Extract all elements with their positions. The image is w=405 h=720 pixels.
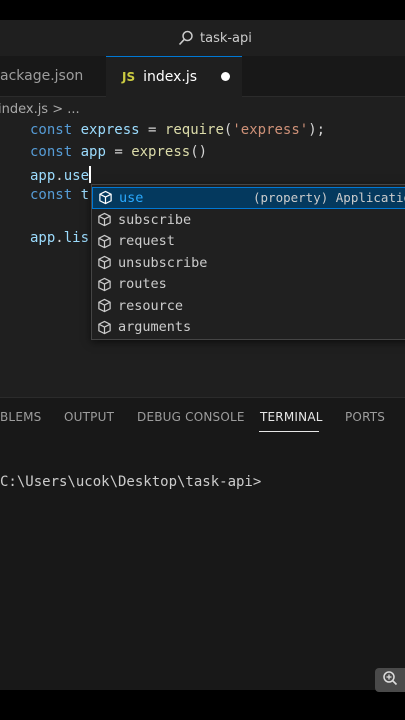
keyword: const [30,122,73,138]
identifier: t [80,187,90,203]
keyword: const [30,144,73,160]
suggestion-item[interactable]: resource [92,295,405,317]
suggestion-label: unsubscribe [118,254,208,271]
property-cube-icon [96,319,112,335]
tab-debug-console[interactable]: DEBUG CONSOLE [137,410,245,424]
text-cursor [89,166,92,183]
operator: = [139,122,165,138]
identifier: app [30,230,56,246]
property-cube-icon [96,255,112,271]
identifier: app [80,144,106,160]
property-cube-icon [96,298,112,314]
keyword: const [30,187,73,203]
suggestion-label: use [119,189,144,206]
method-name: use [63,168,90,184]
editor-tabs: ackage.json JS index.js [0,56,405,97]
function-name: require [164,122,224,138]
suggestion-item[interactable]: routes [92,274,405,296]
active-tab-indicator [259,431,319,432]
code-line-3[interactable]: app.use [30,166,92,184]
function-name: express [131,144,191,160]
tab-index-js[interactable]: JS index.js [106,56,242,97]
zoom-button[interactable] [375,668,405,692]
search-icon [178,30,194,46]
autocomplete-widget: use (property) Application subscribe req… [91,184,405,340]
string-literal: 'express' [232,122,309,138]
suggestion-item[interactable]: arguments [92,317,405,339]
operator: = [105,144,132,160]
suggestion-item[interactable]: request [92,231,405,253]
code-line-4[interactable]: const t [30,187,89,203]
suggestion-label: resource [118,297,184,314]
suggestion-label: arguments [118,319,192,336]
paren: () [190,144,208,160]
command-center[interactable]: task-api [178,29,252,47]
tab-label: ackage.json [0,68,84,84]
dot: . [55,230,64,246]
property-cube-icon [96,212,112,228]
dot: . [55,168,64,184]
tab-output[interactable]: OUTPUT [64,410,114,424]
workspace-name: task-api [200,30,252,46]
terminal-prompt: C:\Users\ucok\Desktop\task-api> [0,474,262,490]
suggestion-item[interactable]: use (property) Application [92,187,405,209]
tab-label: index.js [143,69,198,85]
panel-header: BLEMS OUTPUT DEBUG CONSOLE TERMINAL PORT… [0,397,405,438]
tab-ports[interactable]: PORTS [345,410,385,424]
suggestion-label: request [118,233,175,250]
bottom-bar [0,690,405,720]
tab-package-json[interactable]: ackage.json [0,56,110,96]
property-cube-icon [97,190,113,206]
javascript-file-icon: JS [122,70,136,84]
suggestion-label: routes [118,276,167,293]
zoom-in-icon [382,670,398,690]
property-cube-icon [96,276,112,292]
property-cube-icon [96,233,112,249]
suggestion-item[interactable]: subscribe [92,209,405,231]
suggestion-detail: (property) Application [253,190,405,205]
tab-problems[interactable]: BLEMS [0,410,41,424]
identifier: app [30,168,56,184]
identifier: express [80,122,140,138]
unsaved-dot-icon[interactable] [221,72,230,81]
paren: ); [308,122,326,138]
breadcrumb[interactable]: index.js > ... [0,102,80,117]
suggestion-label: subscribe [118,211,192,228]
code-line-2[interactable]: const app = express() [30,144,207,160]
code-line-5[interactable]: app.lis [30,230,89,246]
suggestion-item[interactable]: unsubscribe [92,252,405,274]
tab-terminal[interactable]: TERMINAL [260,410,323,424]
method-name: lis [63,230,90,246]
vscode-window: task-api ackage.json JS index.js index.j… [0,0,405,720]
code-line-1[interactable]: const express = require('express'); [30,122,325,138]
